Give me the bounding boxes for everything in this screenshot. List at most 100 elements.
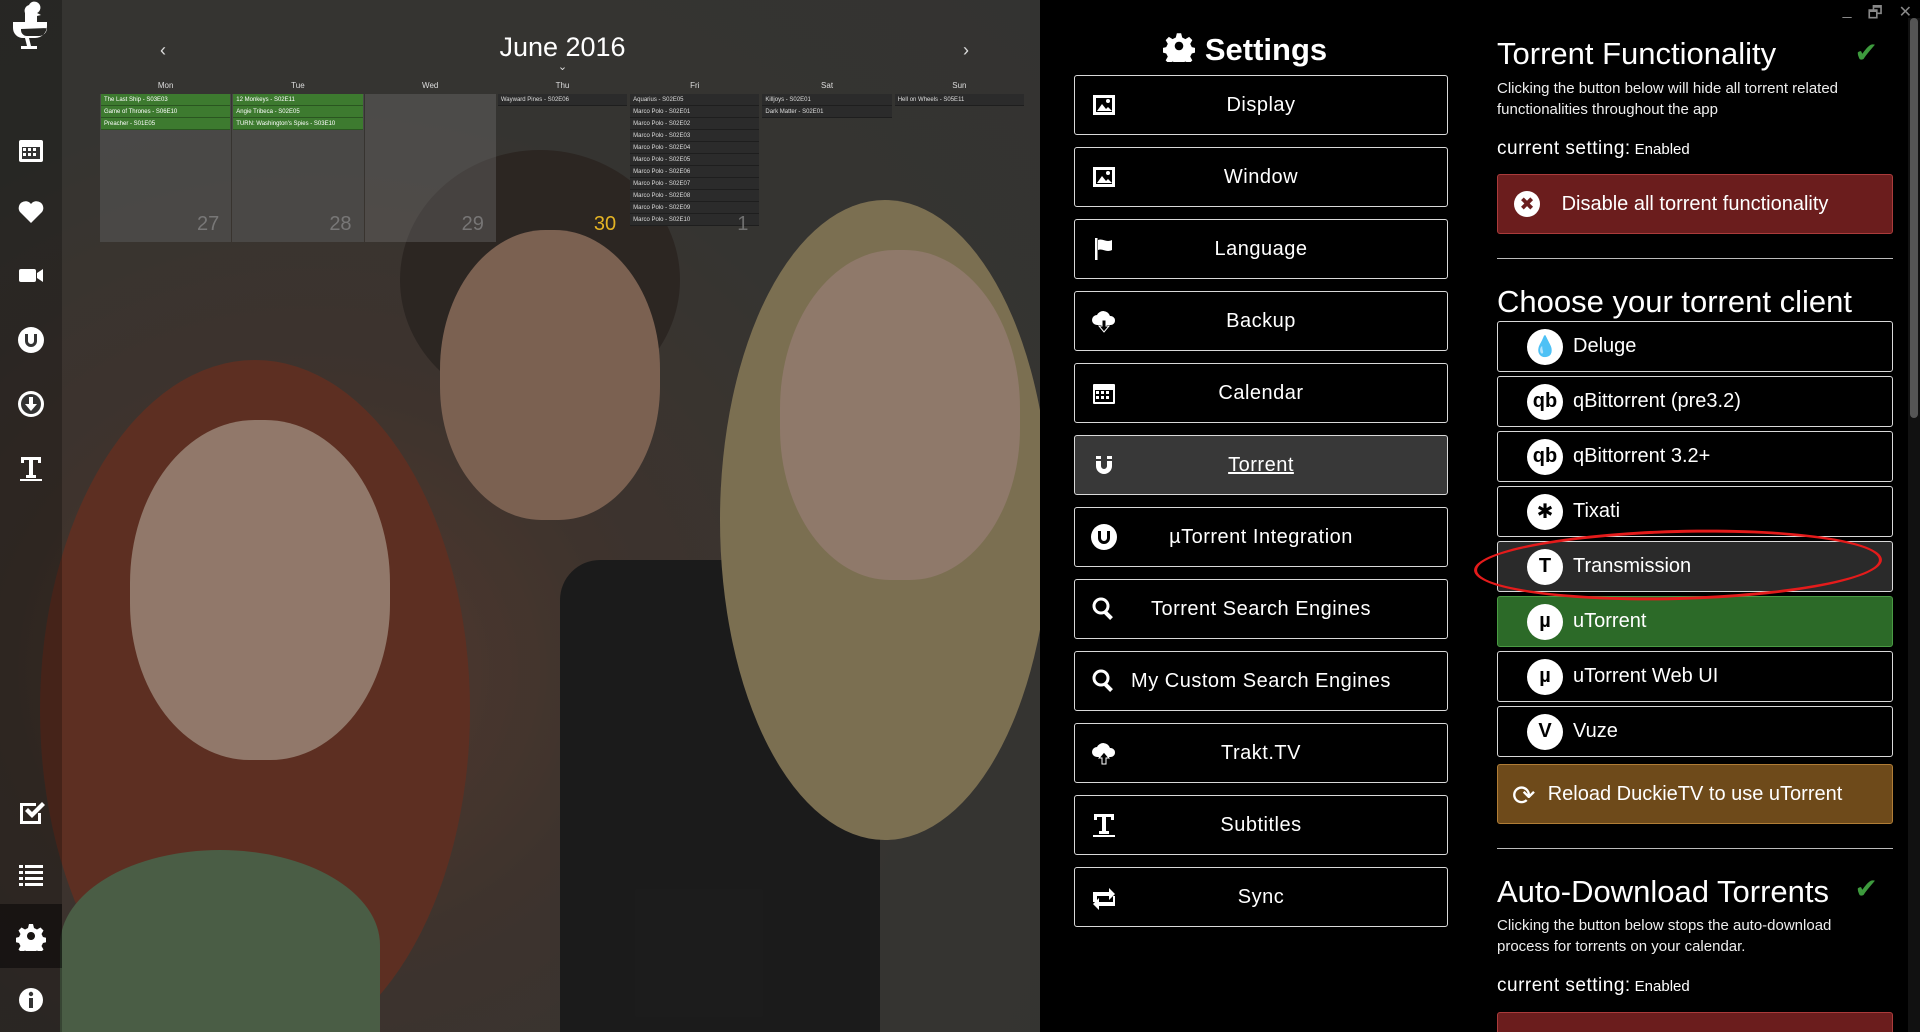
check-square-icon[interactable] [9, 790, 53, 834]
calendar-episode[interactable]: 12 Monkeys - S02E11 [233, 94, 363, 106]
calendar-day-cell[interactable]: 12 Monkeys - S02E11 Angie Tribeca - S02E0… [232, 94, 364, 242]
current-setting-value: Enabled [1634, 978, 1690, 995]
settings-sync-button[interactable]: Sync [1074, 867, 1448, 927]
calendar-episode[interactable]: Marco Polo - S02E08 [630, 190, 760, 202]
calendar-day-number: 27 [197, 213, 220, 235]
client-label: Deluge [1573, 335, 1637, 357]
calendar-episode[interactable]: Preacher - S01E05 [101, 118, 231, 130]
utorrent-icon [1089, 522, 1119, 552]
client-label: Transmission [1573, 555, 1692, 577]
calendar-day-cell[interactable]: Hell on Wheels - S05E11 [894, 94, 1025, 242]
maximize-button[interactable]: 🗗 [1868, 2, 1883, 29]
disable-torrent-functionality-button[interactable]: ✖ Disable all torrent functionality [1497, 174, 1893, 234]
settings-window-button[interactable]: Window [1074, 147, 1448, 207]
video-camera-icon[interactable] [9, 253, 53, 297]
calendar-next-button[interactable]: › [963, 40, 969, 61]
heart-icon[interactable] [9, 190, 53, 234]
settings-utorrent-integration-button[interactable]: µTorrent Integration [1074, 507, 1448, 567]
gear-icon [1161, 30, 1196, 70]
list-icon[interactable] [9, 852, 53, 896]
calendar-day-header: Sun [952, 81, 967, 90]
calendar-episode[interactable]: Marco Polo - S02E05 [630, 154, 760, 166]
client-vuze-button[interactable]: V Vuze [1497, 706, 1893, 757]
calendar-day-cell[interactable]: The Last Ship - S03E03 Game of Thrones - … [100, 94, 232, 242]
calendar-episode[interactable]: Aquarius - S02E05 [630, 94, 760, 106]
settings-language-button[interactable]: Language [1074, 219, 1448, 279]
settings-window-label: Window [1223, 165, 1299, 188]
settings-torrent-button[interactable]: Torrent [1074, 435, 1448, 495]
settings-backup-button[interactable]: Backup [1074, 291, 1448, 351]
calendar-episode[interactable]: Marco Polo - S02E01 [630, 106, 760, 118]
settings-backup-label: Backup [1226, 309, 1296, 332]
client-label: uTorrent [1573, 610, 1647, 632]
calendar-icon[interactable] [9, 128, 53, 172]
calendar-day-header: Sat [821, 81, 834, 90]
client-label: qBittorrent (pre3.2) [1573, 390, 1741, 412]
calendar-episode[interactable]: Hell on Wheels - S05E11 [894, 94, 1024, 106]
calendar-day-cell[interactable]: Wayward Pines - S02E06 30 [497, 94, 628, 242]
client-utorrent-webui-button[interactable]: µ uTorrent Web UI [1497, 651, 1893, 702]
duckietv-logo-icon[interactable] [9, 1, 53, 49]
calendar-episode[interactable]: Dark Matter - S02E01 [762, 106, 892, 118]
utorrent-icon: µ [1527, 603, 1563, 640]
check-icon: ✔ [1854, 873, 1878, 904]
settings-display-label: Display [1226, 93, 1296, 116]
calendar-episode[interactable]: Marco Polo - S02E03 [630, 130, 760, 142]
client-qbittorrent-32-button[interactable]: qb qBittorrent 3.2+ [1497, 431, 1893, 482]
settings-subtitles-button[interactable]: Subtitles [1074, 795, 1448, 855]
client-label: qBittorrent 3.2+ [1573, 445, 1711, 467]
divider [1497, 848, 1893, 849]
client-deluge-button[interactable]: 💧 Deluge [1497, 321, 1893, 372]
calendar-icon [1089, 378, 1119, 408]
subtitle-icon[interactable] [9, 446, 53, 490]
client-tixati-button[interactable]: ✱ Tixati [1497, 486, 1893, 537]
reload-duckietv-button[interactable]: ⟳ Reload DuckieTV to use uTorrent [1497, 764, 1893, 824]
vuze-icon: V [1527, 713, 1563, 750]
utorrent-icon[interactable] [9, 318, 53, 362]
info-icon[interactable] [9, 978, 53, 1022]
calendar-day-header: Thu [555, 81, 570, 90]
settings-torrent-search-engines-label: Torrent Search Engines [1150, 597, 1371, 620]
calendar-prev-button[interactable]: ‹ [160, 40, 166, 61]
calendar-episode[interactable]: Killjoys - S02E01 [762, 94, 892, 106]
picture-icon [1089, 162, 1119, 192]
settings-sync-label: Sync [1237, 885, 1285, 908]
calendar-day-cell[interactable]: Aquarius - S02E05 Marco Polo - S02E01 Marc… [629, 94, 760, 242]
settings-custom-search-engines-button[interactable]: My Custom Search Engines [1074, 651, 1448, 711]
calendar-day-cell[interactable]: 29 [364, 94, 496, 242]
gear-icon[interactable] [0, 904, 62, 968]
torrent-functionality-current-setting: current setting: Enabled [1497, 138, 1690, 160]
minimize-button[interactable]: _ [1843, 2, 1852, 29]
client-utorrent-button[interactable]: µ uTorrent [1497, 596, 1893, 647]
settings-utorrent-integration-label: µTorrent Integration [1169, 525, 1353, 548]
calendar-episode[interactable]: Marco Polo - S02E04 [630, 142, 760, 154]
calendar-month-picker-icon[interactable]: ⌄ [100, 60, 1025, 73]
calendar-episode[interactable]: Marco Polo - S02E02 [630, 118, 760, 130]
disable-torrent-functionality-label: Disable all torrent functionality [1561, 192, 1829, 215]
utorrent-icon: µ [1527, 658, 1563, 695]
client-transmission-button[interactable]: T Transmission [1497, 541, 1893, 592]
calendar-episode[interactable]: Angie Tribeca - S02E05 [233, 106, 363, 118]
calendar-day-cell[interactable]: Killjoys - S02E01 Dark Matter - S02E01 [761, 94, 892, 242]
download-icon[interactable] [9, 382, 53, 426]
settings-torrent-search-engines-button[interactable]: Torrent Search Engines [1074, 579, 1448, 639]
calendar-episode[interactable]: Marco Polo - S02E06 [630, 166, 760, 178]
settings-title-text: Settings [1204, 32, 1328, 67]
settings-calendar-button[interactable]: Calendar [1074, 363, 1448, 423]
calendar-episode[interactable]: Game of Thrones - S06E10 [101, 106, 231, 118]
client-qbittorrent-pre32-button[interactable]: qb qBittorrent (pre3.2) [1497, 376, 1893, 427]
scrollbar-thumb[interactable] [1910, 18, 1918, 418]
calendar-episode[interactable]: TURN: Washington's Spies - S03E10 [233, 118, 363, 130]
settings-display-button[interactable]: Display [1074, 75, 1448, 135]
transmission-icon: T [1527, 548, 1563, 585]
calendar-episode[interactable]: Wayward Pines - S02E06 [497, 94, 628, 106]
settings-trakt-label: Trakt.TV [1221, 741, 1301, 764]
calendar-episode[interactable]: The Last Ship - S03E03 [101, 94, 231, 106]
auto-download-current-setting: current setting: Enabled [1497, 975, 1690, 997]
calendar-episode[interactable]: Marco Polo - S02E07 [630, 178, 760, 190]
auto-download-description: Clicking the button below stops the auto… [1497, 917, 1832, 955]
current-setting-label: current setting: [1497, 975, 1631, 996]
settings-trakt-button[interactable]: Trakt.TV [1074, 723, 1448, 783]
disable-auto-download-button[interactable] [1497, 1012, 1893, 1032]
check-icon: ✔ [1854, 37, 1878, 68]
